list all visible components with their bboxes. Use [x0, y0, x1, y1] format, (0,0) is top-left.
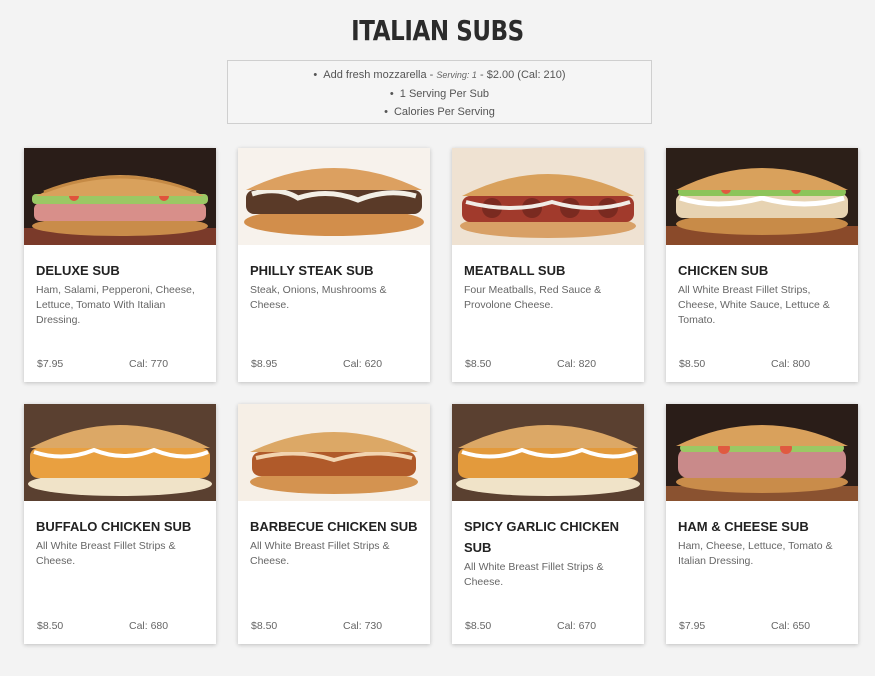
addon-mozzarella-note: Add fresh mozzarella - Serving: 1 - $2.0…: [228, 66, 651, 85]
calories-note: Calories Per Serving: [228, 103, 651, 122]
item-description: Ham, Cheese, Lettuce, Tomato & Italian D…: [678, 540, 833, 567]
menu-card-buffalo-chicken-sub[interactable]: BUFFALO CHICKEN SUB All White Breast Fil…: [24, 404, 216, 644]
item-calories: Cal: 680: [129, 620, 169, 632]
servings-note: 1 Serving Per Sub: [228, 85, 651, 104]
item-calories: Cal: 800: [771, 358, 811, 370]
item-calories: Cal: 730: [343, 620, 383, 632]
item-description: All White Breast Fillet Strips, Cheese, …: [678, 284, 830, 326]
ham-cheese-sub-photo[interactable]: [666, 404, 858, 501]
deluxe-sub-photo[interactable]: [24, 148, 216, 245]
item-description: Ham, Salami, Pepperoni, Cheese, Lettuce,…: [36, 284, 195, 326]
meatball-sub-photo[interactable]: [452, 148, 644, 245]
sub-info-box: Add fresh mozzarella - Serving: 1 - $2.0…: [227, 60, 652, 124]
item-calories: Cal: 820: [557, 358, 597, 370]
item-description: Four Meatballs, Red Sauce & Provolone Ch…: [464, 284, 602, 311]
item-price: $7.95: [679, 620, 706, 632]
item-price: $8.50: [465, 358, 492, 370]
item-price: $8.95: [251, 358, 278, 370]
menu-card-meatball-sub[interactable]: MEATBALL SUB Four Meatballs, Red Sauce &…: [452, 148, 644, 382]
addon-serving-note: Serving: 1: [436, 70, 477, 80]
item-name: CHICKEN SUB: [678, 263, 769, 278]
item-calories: Cal: 670: [557, 620, 597, 632]
item-name: BUFFALO CHICKEN SUB: [36, 519, 192, 534]
item-calories: Cal: 650: [771, 620, 811, 632]
page-title: ITALIAN SUBS: [351, 14, 524, 47]
addon-text: Add fresh mozzarella -: [323, 69, 437, 81]
item-calories: Cal: 770: [129, 358, 169, 370]
item-description: All White Breast Fillet Strips & Cheese.: [464, 561, 604, 588]
menu-card-deluxe-sub[interactable]: DELUXE SUB Ham, Salami, Pepperoni, Chees…: [24, 148, 216, 382]
item-calories: Cal: 620: [343, 358, 383, 370]
item-name: DELUXE SUB: [36, 263, 120, 278]
menu-card-spicy-garlic-chicken-sub[interactable]: SPICY GARLIC CHICKEN SUB All White Breas…: [452, 404, 644, 644]
item-description: All White Breast Fillet Strips & Cheese.: [250, 540, 390, 567]
item-name: HAM & CHEESE SUB: [678, 519, 809, 534]
menu-card-chicken-sub[interactable]: CHICKEN SUB All White Breast Fillet Stri…: [666, 148, 858, 382]
item-price: $8.50: [679, 358, 706, 370]
item-name: MEATBALL SUB: [464, 263, 566, 278]
menu-card-philly-steak-sub[interactable]: PHILLY STEAK SUB Steak, Onions, Mushroom…: [238, 148, 430, 382]
philly-steak-sub-photo[interactable]: [238, 148, 430, 245]
item-price: $8.50: [465, 620, 492, 632]
info-list: Add fresh mozzarella - Serving: 1 - $2.0…: [228, 66, 651, 122]
item-price: $7.95: [37, 358, 64, 370]
item-price: $8.50: [251, 620, 278, 632]
addon-price-text: - $2.00 (Cal: 210): [476, 69, 566, 81]
item-name: BARBECUE CHICKEN SUB: [250, 519, 418, 534]
buffalo-chicken-sub-photo[interactable]: [24, 404, 216, 501]
item-price: $8.50: [37, 620, 64, 632]
item-name: SPICY GARLIC CHICKEN SUB: [464, 519, 620, 555]
menu-card-ham-cheese-sub[interactable]: HAM & CHEESE SUB Ham, Cheese, Lettuce, T…: [666, 404, 858, 644]
item-description: All White Breast Fillet Strips & Cheese.: [36, 540, 176, 567]
item-name: PHILLY STEAK SUB: [250, 263, 374, 278]
spicy-garlic-chicken-sub-photo[interactable]: [452, 404, 644, 501]
barbecue-chicken-sub-photo[interactable]: [238, 404, 430, 501]
chicken-sub-photo[interactable]: [666, 148, 858, 245]
item-description: Steak, Onions, Mushrooms & Cheese.: [250, 284, 387, 311]
menu-card-barbecue-chicken-sub[interactable]: BARBECUE CHICKEN SUB All White Breast Fi…: [238, 404, 430, 644]
